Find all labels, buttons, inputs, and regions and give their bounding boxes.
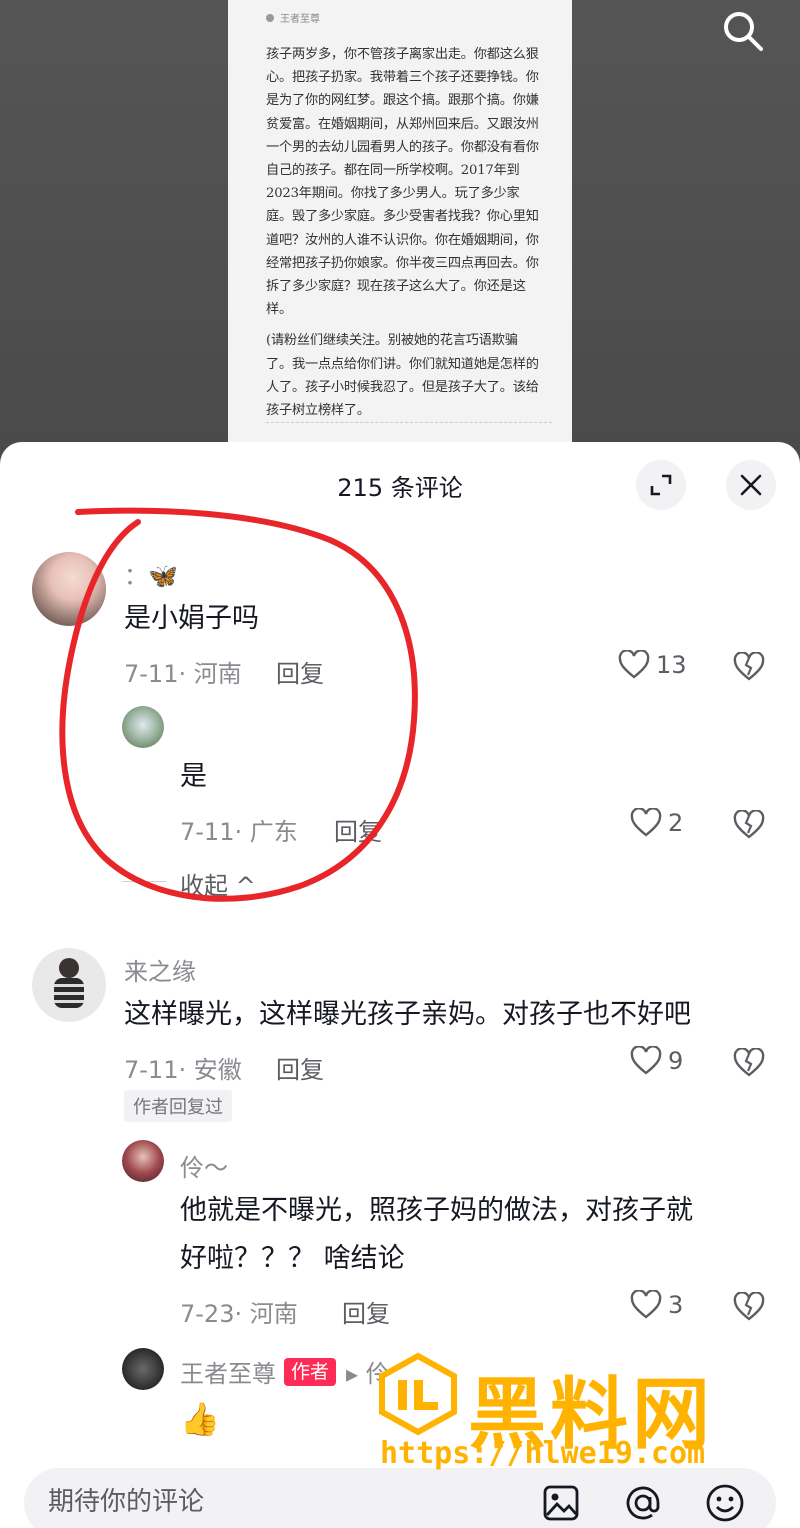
search-button[interactable]	[718, 6, 768, 56]
broken-heart-icon	[733, 1047, 765, 1077]
post-document-image: 王者至尊 孩子两岁多，你不管孩子离家出走。你都这么狠心。把孩子扔家。我带着三个孩…	[228, 0, 572, 445]
broken-heart-icon	[733, 809, 765, 839]
reply-button[interactable]: 回复	[342, 1294, 390, 1329]
like-button[interactable]: 2	[630, 808, 683, 838]
avatar[interactable]	[32, 552, 106, 626]
close-button[interactable]	[726, 460, 776, 510]
heart-icon	[630, 1046, 662, 1075]
document-paragraph-2: (请粉丝们继续关注。别被她的花言巧语欺骗了。我一点点给你们讲。你们就知道她是怎样…	[266, 333, 539, 419]
heart-icon	[630, 808, 662, 837]
reply-author[interactable]: 伶～	[180, 1148, 228, 1183]
broken-heart-icon	[733, 1291, 765, 1321]
dislike-button[interactable]	[733, 1047, 765, 1082]
like-button[interactable]: 9	[630, 1046, 683, 1076]
dislike-button[interactable]	[733, 809, 765, 844]
dislike-button[interactable]	[733, 651, 765, 686]
reply-text-line-1: 他就是不曝光，照孩子妈的做法，对孩子就	[180, 1195, 693, 1226]
avatar[interactable]	[122, 706, 164, 748]
at-icon	[626, 1486, 660, 1520]
avatar[interactable]	[122, 1348, 164, 1390]
dislike-button[interactable]	[733, 1291, 765, 1326]
reply-button[interactable]: 回复	[276, 1050, 324, 1085]
watermark-url: https://hlwe19.com	[380, 1436, 706, 1471]
reply-meta: 7-23· 河南	[180, 1300, 298, 1328]
expand-button[interactable]	[636, 460, 686, 510]
user-icon	[266, 13, 274, 22]
like-count: 3	[668, 1291, 684, 1319]
mention-button[interactable]	[622, 1482, 664, 1524]
comment-input[interactable]	[48, 1480, 508, 1524]
reply-text-line-2: 好啦？？？ 啥结论	[180, 1243, 405, 1274]
reply-author-row: 王者至尊 作者 ▸ 伶	[180, 1354, 390, 1389]
like-count: 13	[656, 651, 687, 679]
image-button[interactable]	[540, 1482, 582, 1524]
reply-button[interactable]: 回复	[334, 812, 382, 847]
document-divider	[266, 422, 552, 423]
reply-meta: 7-11· 广东	[180, 818, 298, 846]
like-count: 9	[668, 1047, 684, 1075]
heart-icon	[630, 1290, 662, 1319]
close-icon	[740, 474, 762, 496]
like-count: 2	[668, 809, 684, 837]
expand-icon	[650, 474, 672, 496]
author-badge: 作者	[284, 1357, 337, 1386]
reply-author[interactable]: 王者至尊	[180, 1354, 276, 1389]
emoji-button[interactable]	[704, 1482, 746, 1524]
comment-text: 是小娟子吗	[124, 603, 259, 634]
heart-icon	[618, 650, 650, 679]
avatar-image	[54, 958, 84, 1008]
document-header: 王者至尊	[266, 10, 542, 25]
reply-text: 是	[180, 761, 207, 792]
comment-author[interactable]: ：🦋	[124, 556, 178, 591]
comment-text: 这样曝光，这样曝光孩子亲妈。对孩子也不好吧	[124, 999, 691, 1030]
image-icon	[543, 1485, 579, 1521]
collapse-divider	[122, 881, 166, 882]
watermark: 黑料网 https://hlwe19.com	[376, 1352, 786, 1482]
comment-author[interactable]: 来之缘	[124, 952, 196, 987]
author-replied-tag: 作者回复过	[124, 1090, 232, 1122]
avatar[interactable]	[122, 1140, 164, 1182]
document-paragraph-1: 孩子两岁多，你不管孩子离家出走。你都这么狠心。把孩子扔家。我带着三个孩子还要挣钱…	[266, 47, 539, 318]
emoji-icon	[706, 1484, 744, 1522]
watermark-logo	[379, 1352, 457, 1436]
reply-button[interactable]: 回复	[276, 654, 324, 689]
comment-meta: 7-11· 安徽	[124, 1056, 242, 1084]
reply-emoji: 👍	[180, 1400, 220, 1438]
broken-heart-icon	[733, 651, 765, 681]
collapse-replies-button[interactable]: 收起 ^	[180, 866, 256, 901]
avatar[interactable]	[32, 948, 106, 1022]
document-author: 王者至尊	[280, 14, 320, 25]
like-button[interactable]: 3	[630, 1290, 683, 1320]
search-icon	[724, 12, 763, 51]
like-button[interactable]: 13	[618, 650, 687, 680]
comment-meta: 7-11· 河南	[124, 660, 242, 688]
